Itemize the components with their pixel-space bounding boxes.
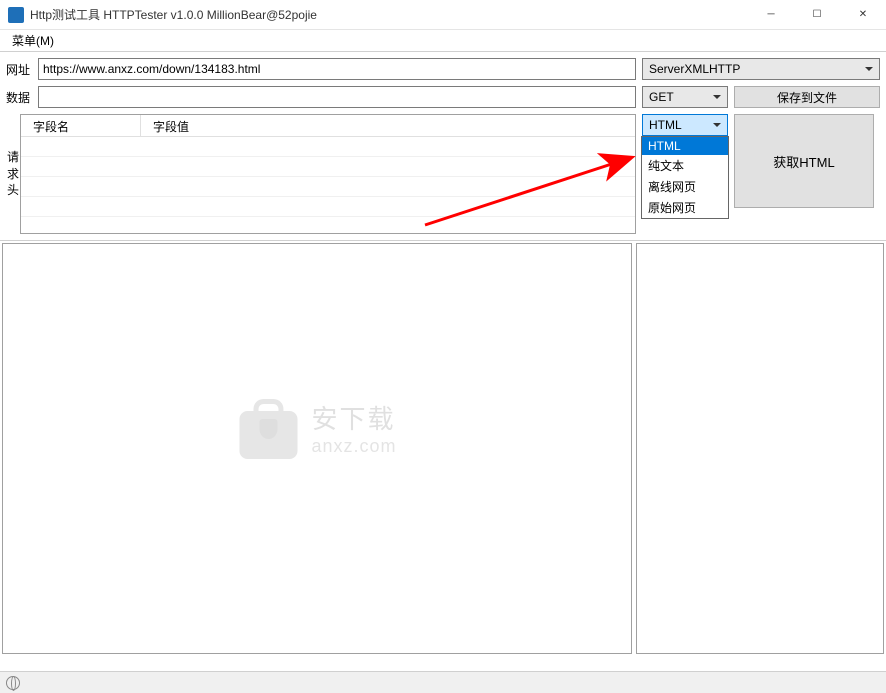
format-option-offline[interactable]: 离线网页	[642, 176, 728, 197]
right-controls: ServerXMLHTTP GET 保存到文件 HTML HTML 纯文本 离线…	[642, 58, 880, 234]
table-row[interactable]	[21, 157, 635, 177]
method-select[interactable]: GET	[642, 86, 728, 108]
results-area: 安下载 anxz.com	[0, 240, 886, 656]
headers-table[interactable]: 字段名 字段值	[20, 114, 636, 234]
table-row[interactable]	[21, 197, 635, 217]
format-option-html[interactable]: HTML	[642, 137, 728, 155]
fetch-button[interactable]: 获取HTML	[734, 114, 874, 208]
data-label: 数据	[6, 86, 34, 108]
globe-icon	[6, 676, 20, 690]
header-col-value[interactable]: 字段值	[141, 115, 635, 136]
titlebar: Http测试工具 HTTPTester v1.0.0 MillionBear@5…	[0, 0, 886, 30]
format-option-raw[interactable]: 原始网页	[642, 197, 728, 218]
app-icon	[8, 7, 24, 23]
window-title: Http测试工具 HTTPTester v1.0.0 MillionBear@5…	[30, 6, 748, 23]
left-form: 网址 数据 请 求 头 字段名 字段值	[6, 58, 636, 234]
engine-select[interactable]: ServerXMLHTTP	[642, 58, 880, 80]
save-button[interactable]: 保存到文件	[734, 86, 880, 108]
top-panel: 网址 数据 请 求 头 字段名 字段值	[0, 52, 886, 240]
window-controls: ─ ☐ ✕	[748, 0, 886, 30]
format-select[interactable]: HTML	[642, 114, 728, 136]
watermark-icon	[237, 397, 299, 459]
url-input[interactable]	[38, 58, 636, 80]
minimize-button[interactable]: ─	[748, 0, 794, 30]
header-col-name[interactable]: 字段名	[21, 115, 141, 136]
statusbar	[0, 671, 886, 693]
url-label: 网址	[6, 58, 34, 80]
headers-label: 请 求 头	[6, 114, 20, 234]
table-row[interactable]	[21, 177, 635, 197]
data-input[interactable]	[38, 86, 636, 108]
result-left-pane[interactable]: 安下载 anxz.com	[2, 243, 632, 654]
menu-item[interactable]: 菜单(M)	[6, 30, 60, 51]
table-row[interactable]	[21, 137, 635, 157]
format-option-plaintext[interactable]: 纯文本	[642, 155, 728, 176]
menubar: 菜单(M)	[0, 30, 886, 52]
maximize-button[interactable]: ☐	[794, 0, 840, 30]
format-dropdown: HTML 纯文本 离线网页 原始网页	[641, 136, 729, 219]
close-button[interactable]: ✕	[840, 0, 886, 30]
result-right-pane[interactable]	[636, 243, 884, 654]
watermark: 安下载 anxz.com	[237, 397, 396, 459]
